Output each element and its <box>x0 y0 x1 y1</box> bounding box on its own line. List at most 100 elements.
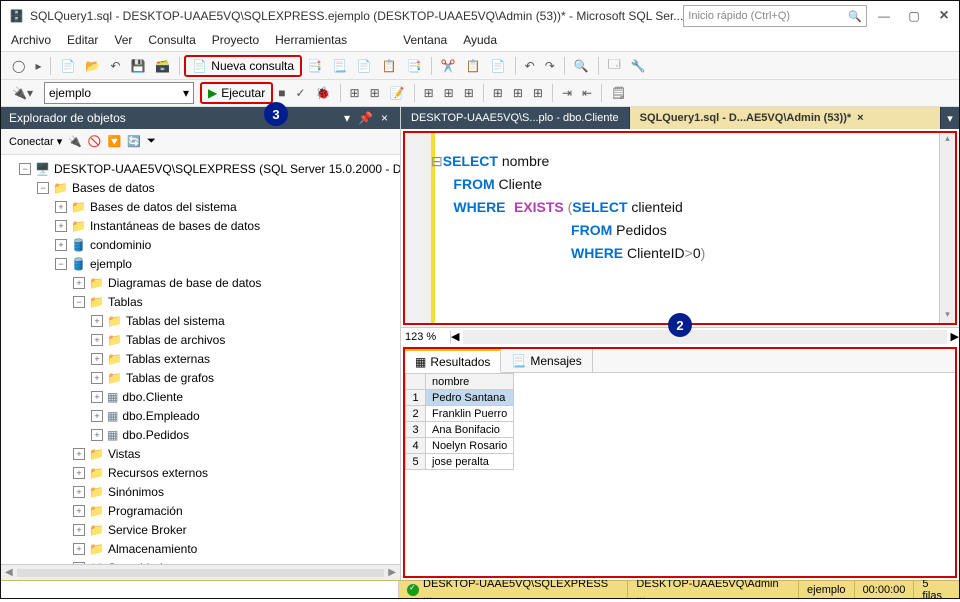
template-btn-2[interactable]: 📃 <box>328 55 351 77</box>
new-query-button[interactable]: 📄 Nueva consulta <box>184 55 302 77</box>
object-tree[interactable]: −🖥️DESKTOP-UAAE5VQ\SQLEXPRESS (SQL Serve… <box>1 155 400 564</box>
indent-button[interactable]: ⇥ <box>558 82 576 104</box>
solution-explorer-button[interactable]: 🗔 <box>604 55 625 77</box>
connect-button[interactable]: Conectar ▾ <box>9 135 62 148</box>
opt-btn-6[interactable]: ⊞ <box>529 82 547 104</box>
column-header-nombre[interactable]: nombre <box>426 374 514 390</box>
nav-fwd-button[interactable]: ▸ <box>31 55 45 77</box>
restore-button[interactable]: ▢ <box>907 9 921 23</box>
debug-button[interactable]: 🐞 <box>312 82 335 104</box>
window-buttons: — ▢ × <box>877 7 951 25</box>
opt-btn-4[interactable]: ⊞ <box>489 82 507 104</box>
template-btn-1[interactable]: 📑 <box>303 55 326 77</box>
sql-editor[interactable]: ⊟SELECT nombre FROM Cliente WHERE EXISTS… <box>405 133 955 323</box>
disconnect-icon[interactable]: 🚫 <box>88 135 102 148</box>
toolbar-standard: ◯ ▸ 📄 📂 ↶ 💾 🗃️ 📄 Nueva consulta 📑 📃 📄 📋 … <box>1 51 959 79</box>
folder-icon: 📁 <box>89 485 104 499</box>
zoom-level[interactable]: 123 % <box>401 331 451 343</box>
menu-editar[interactable]: Editar <box>67 33 98 47</box>
tree-dbo-cliente: +▦dbo.Cliente <box>1 387 400 406</box>
properties-button[interactable]: 🔧 <box>627 55 650 77</box>
opt-btn-5[interactable]: ⊞ <box>509 82 527 104</box>
tree-snapshots: +📁Instantáneas de bases de datos <box>1 216 400 235</box>
tab-dbo-cliente[interactable]: DESKTOP-UAAE5VQ\S...plo - dbo.Cliente <box>401 107 630 129</box>
collapse-icon[interactable]: − <box>19 163 31 175</box>
menu-ver[interactable]: Ver <box>114 33 132 47</box>
redo-button[interactable]: ↷ <box>541 55 559 77</box>
new-query-label: Nueva consulta <box>211 59 294 73</box>
tree-exttables: +📁Tablas externas <box>1 349 400 368</box>
menu-archivo[interactable]: Archivo <box>11 33 51 47</box>
outdent-button[interactable]: ⇤ <box>578 82 596 104</box>
grid-icon: ▦ <box>415 355 426 369</box>
undo-arrow-icon[interactable]: ↶ <box>106 55 124 77</box>
toolbar-sql: 🔌▾ ejemplo ▾ ▶ Ejecutar ■ ✓ 🐞 ⊞ ⊞ 📝 ⊞ ⊞ … <box>1 79 959 107</box>
tree-databases: −📁Bases de datos <box>1 178 400 197</box>
folder-icon: 📁 <box>89 504 104 518</box>
pin-icon[interactable]: 📌 <box>358 111 373 125</box>
nav-back-button[interactable]: ◯ <box>8 55 29 77</box>
execute-button[interactable]: ▶ Ejecutar <box>200 82 273 104</box>
include-plan-button[interactable]: ⊞ <box>346 82 364 104</box>
comment-button[interactable]: 🗒 <box>607 82 630 104</box>
refresh-icon[interactable]: 🔄 <box>127 135 141 148</box>
copy-button[interactable]: 📋 <box>462 55 485 77</box>
vertical-scrollbar[interactable]: ▴▾ <box>939 133 955 323</box>
opt-btn-1[interactable]: ⊞ <box>420 82 438 104</box>
tree-filetables: +📁Tablas de archivos <box>1 330 400 349</box>
parse-button[interactable]: ✓ <box>291 82 309 104</box>
status-bar: DESKTOP-UAAE5VQ\SQLEXPRESS ... DESKTOP-U… <box>1 580 959 598</box>
template-btn-5[interactable]: 📑 <box>403 55 426 77</box>
folder-icon: 📁 <box>107 333 122 347</box>
database-selected: ejemplo <box>49 86 91 100</box>
tab-mensajes[interactable]: 📃 Mensajes <box>501 349 592 372</box>
open-button[interactable]: 📂 <box>81 55 104 77</box>
paste-button[interactable]: 📄 <box>487 55 510 77</box>
dropdown-icon[interactable]: ▾ <box>344 111 350 125</box>
menu-ayuda[interactable]: Ayuda <box>463 33 497 47</box>
menu-consulta[interactable]: Consulta <box>148 33 195 47</box>
filter2-icon[interactable]: ⏷ <box>147 135 156 148</box>
save-button[interactable]: 💾 <box>126 55 149 77</box>
body: Explorador de objetos ▾ 📌 × Conectar ▾ 🔌… <box>1 107 959 580</box>
cut-button[interactable]: ✂️ <box>437 55 460 77</box>
results-text-button[interactable]: 📝 <box>386 82 409 104</box>
tab-overflow-icon[interactable]: ▾ <box>941 107 959 129</box>
results-grid[interactable]: nombre 1Pedro Santana 2Franklin Puerro 3… <box>405 373 955 576</box>
database-icon: 🛢️ <box>71 238 86 252</box>
menu-proyecto[interactable]: Proyecto <box>212 33 259 47</box>
template-btn-3[interactable]: 📄 <box>353 55 376 77</box>
status-user: DESKTOP-UAAE5VQ\Admin ... <box>628 581 799 598</box>
connect-icon[interactable]: 🔌 <box>68 135 82 148</box>
tab-resultados[interactable]: ▦ Resultados <box>405 349 501 373</box>
table-row: 3Ana Bonifacio <box>406 422 514 438</box>
filter-icon[interactable]: 🔽 <box>108 135 122 148</box>
app-icon: 🗄️ <box>9 9 24 23</box>
tree-diagrams: +📁Diagramas de base de datos <box>1 273 400 292</box>
menu-ventana[interactable]: Ventana <box>403 33 447 47</box>
opt-btn-3[interactable]: ⊞ <box>460 82 478 104</box>
database-selector[interactable]: ejemplo ▾ <box>44 82 194 104</box>
opt-btn-2[interactable]: ⊞ <box>440 82 458 104</box>
minimize-button[interactable]: — <box>877 9 891 23</box>
table-row: 2Franklin Puerro <box>406 406 514 422</box>
new-button[interactable]: 📄 <box>56 55 79 77</box>
save-all-button[interactable]: 🗃️ <box>151 55 174 77</box>
connect-dropdown[interactable]: 🔌▾ <box>8 82 37 104</box>
quick-launch-search[interactable]: Inicio rápido (Ctrl+Q) 🔍 <box>683 5 867 27</box>
folder-icon: 📁 <box>89 295 104 309</box>
stop-button[interactable]: ■ <box>274 82 289 104</box>
table-icon: ▦ <box>107 428 118 442</box>
undo-button[interactable]: ↶ <box>521 55 539 77</box>
results-grid-button[interactable]: ⊞ <box>366 82 384 104</box>
template-btn-4[interactable]: 📋 <box>378 55 401 77</box>
close-panel-button[interactable]: × <box>381 111 388 125</box>
menu-herramientas[interactable]: Herramientas <box>275 33 347 47</box>
tree-sysdb: +📁Bases de datos del sistema <box>1 197 400 216</box>
find-button[interactable]: 🔍 <box>570 55 593 77</box>
close-button[interactable]: × <box>937 7 951 25</box>
horizontal-scrollbar[interactable]: ◀▶ <box>1 564 400 580</box>
code-text[interactable]: ⊟SELECT nombre FROM Cliente WHERE EXISTS… <box>435 133 939 323</box>
close-tab-icon[interactable]: × <box>857 112 863 124</box>
tab-sqlquery1[interactable]: SQLQuery1.sql - D...AE5VQ\Admin (53))* × <box>630 107 941 129</box>
